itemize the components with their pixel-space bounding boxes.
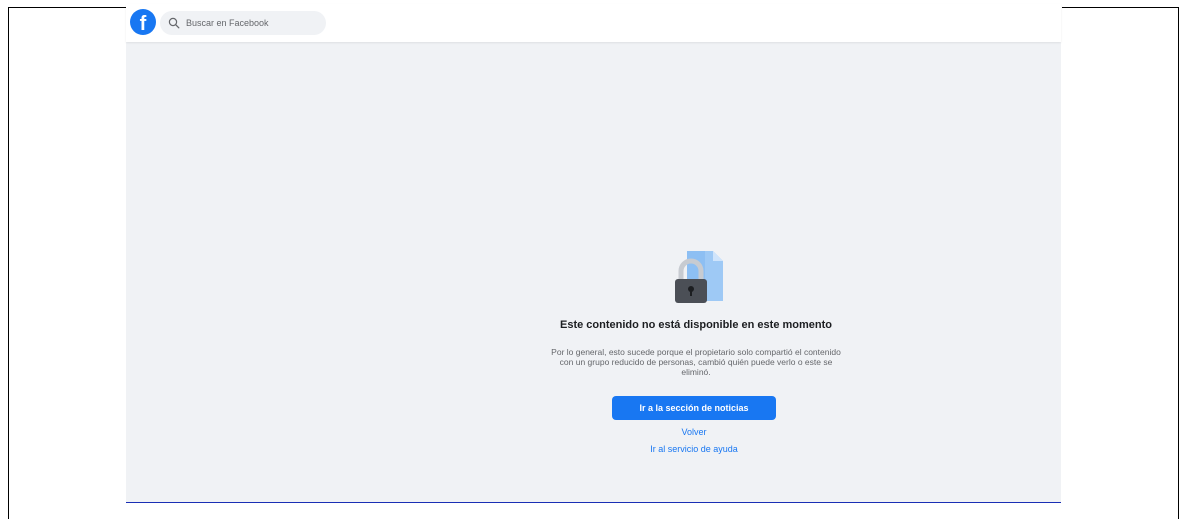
page-description: Por lo general, esto sucede porque el pr… xyxy=(551,347,841,377)
document-frame: f Este c xyxy=(0,0,1179,519)
back-link[interactable]: Volver xyxy=(594,427,794,437)
logo-letter: f xyxy=(139,12,147,35)
frame-border-top-right xyxy=(1062,7,1179,8)
facebook-logo-icon[interactable]: f xyxy=(130,9,156,35)
facebook-page: f Este c xyxy=(126,4,1061,502)
frame-border-left xyxy=(8,7,9,519)
search-icon xyxy=(168,17,180,29)
help-center-link[interactable]: Ir al servicio de ayuda xyxy=(594,444,794,454)
search-input[interactable] xyxy=(184,17,318,29)
search-box[interactable] xyxy=(160,11,326,35)
frame-border-top-left xyxy=(8,7,126,8)
content-unavailable-panel: Este contenido no está disponible en est… xyxy=(126,42,1061,502)
top-navigation-bar: f xyxy=(126,4,1061,42)
frame-underline xyxy=(126,502,1061,503)
page-title: Este contenido no está disponible en est… xyxy=(560,319,832,331)
go-to-news-feed-button[interactable]: Ir a la sección de noticias xyxy=(612,396,776,420)
locked-document-icon xyxy=(675,251,723,303)
